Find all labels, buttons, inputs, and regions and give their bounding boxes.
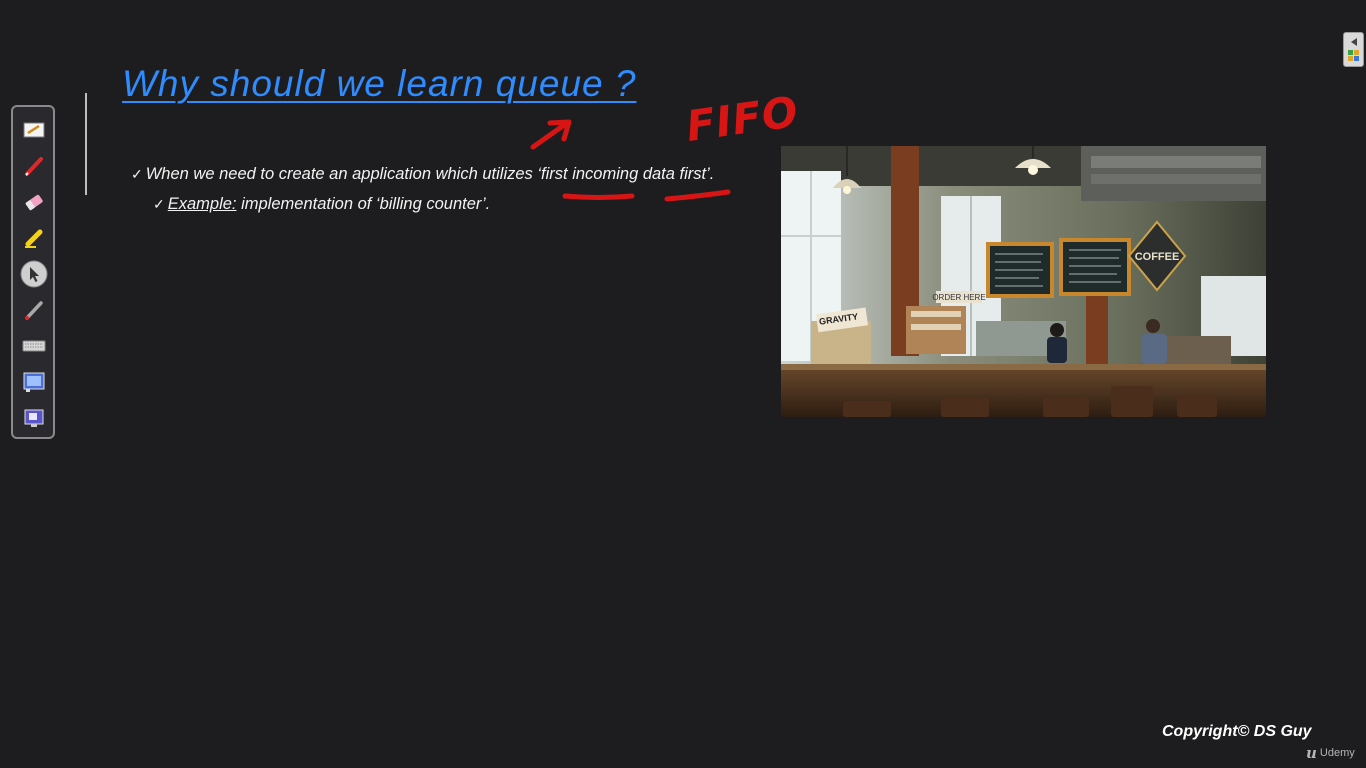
checkmark-icon: ✓ (131, 166, 143, 182)
checkmark-icon: ✓ (153, 196, 165, 212)
coffee-sign-text: COFFEE (1135, 251, 1180, 263)
udemy-watermark: u Udemy (1306, 744, 1355, 762)
ink-underline (664, 189, 731, 202)
eraser-icon (22, 190, 46, 214)
example-label: Example: (167, 195, 237, 213)
whiteboard-tool-button[interactable] (21, 117, 47, 143)
copyright-text: Copyright© DS Guy (1162, 723, 1312, 740)
bullet-item: ✓ When we need to create an application w… (131, 165, 714, 184)
pen-icon (22, 154, 46, 178)
order-here-sign-text: ORDER HERE (932, 293, 985, 302)
display-tool-button[interactable] (21, 405, 47, 431)
slide-title: Why should we learn queue ? (122, 63, 637, 104)
screen-capture-icon (22, 371, 46, 393)
laser-pen-icon (22, 298, 46, 322)
pointer-icon (20, 260, 48, 288)
eraser-tool-button[interactable] (21, 189, 47, 215)
keyboard-tool-button[interactable] (21, 333, 47, 359)
pointer-tool-button[interactable] (20, 260, 48, 288)
udemy-brand-text: Udemy (1319, 747, 1355, 759)
bullet-highlight-text: first incoming data first (541, 165, 707, 183)
sub-bullet-text: implementation of ‘billing counter’. (236, 195, 491, 213)
collapse-arrow-icon (1351, 38, 1357, 46)
grid-icon (1348, 50, 1353, 55)
ink-arrow-head (547, 119, 572, 142)
highlighter-tool-button[interactable] (21, 225, 47, 251)
udemy-logo-icon: u (1306, 744, 1317, 762)
slide-nav-widget[interactable] (1343, 32, 1364, 67)
ink-arrow (530, 120, 570, 150)
presentation-stage: Why should we learn queue ? ✓ When we nee… (0, 0, 1366, 768)
cafe-counter-photo: COFFEE ORDER HERE GRAVITY (781, 146, 1266, 417)
highlighter-icon (22, 226, 46, 250)
whiteboard-icon (22, 120, 46, 140)
bullet-text-end: ’. (706, 165, 715, 183)
slide-divider (85, 93, 87, 195)
ink-underline (562, 193, 635, 200)
annotation-toolbar (11, 105, 55, 439)
sub-bullet-item: ✓ Example: implementation of ‘billing cou… (153, 195, 490, 214)
pen-tool-button[interactable] (21, 153, 47, 179)
display-icon (22, 407, 46, 429)
screen-capture-tool-button[interactable] (21, 369, 47, 395)
ink-handwritten-fifo: FIFO (683, 86, 802, 151)
bullet-text: When we need to create an application wh… (145, 165, 542, 183)
laser-pen-tool-button[interactable] (21, 297, 47, 323)
keyboard-icon (22, 338, 46, 354)
